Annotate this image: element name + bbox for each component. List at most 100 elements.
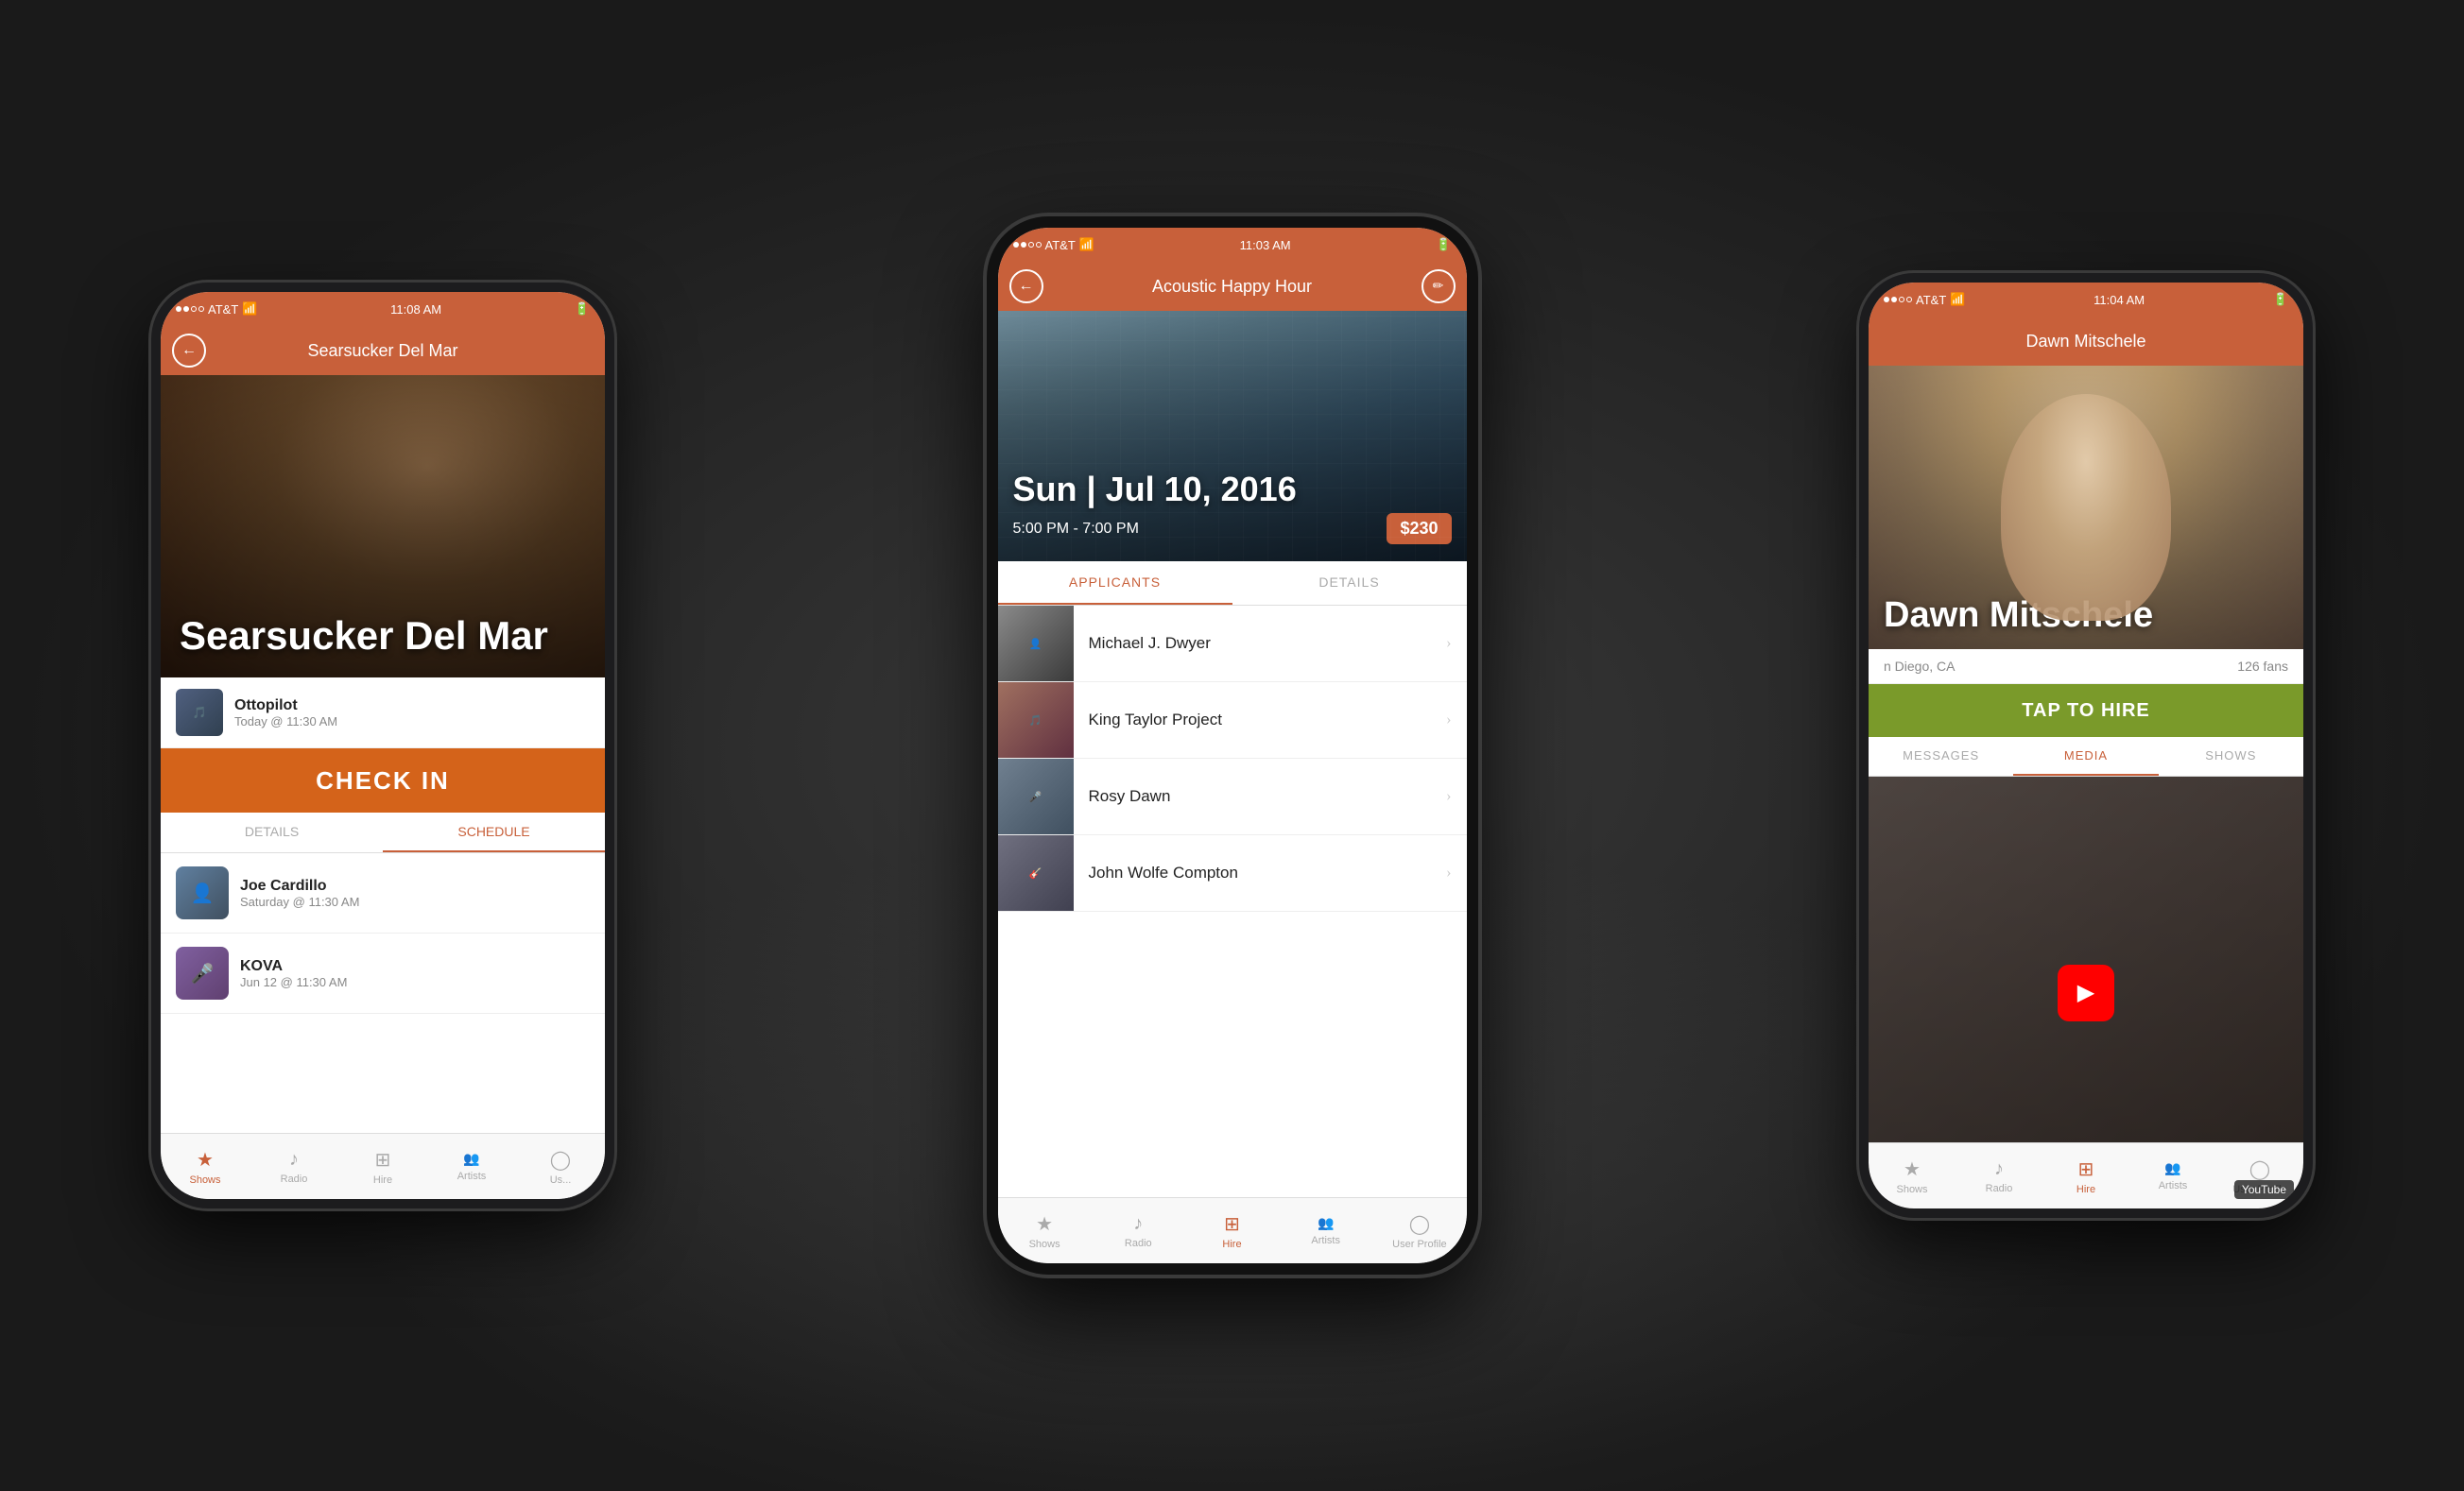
king-chevron: › <box>1446 711 1466 728</box>
center-back-icon: ← <box>1019 278 1034 295</box>
c-hire-icon: ⊞ <box>1224 1212 1240 1236</box>
tab-details-center[interactable]: DETAILS <box>1232 561 1467 605</box>
radio-label: Radio <box>281 1174 308 1185</box>
youtube-play-button[interactable]: ▶ <box>2058 965 2114 1021</box>
left-bottom-bar: ★ Shows ♪ Radio ⊞ Hire 👥 Artists <box>161 1133 605 1199</box>
r-shows-icon: ★ <box>1904 1157 1921 1181</box>
right-tab-hire[interactable]: ⊞ Hire <box>2042 1157 2129 1195</box>
youtube-logo: YouTube <box>2234 1180 2294 1199</box>
c-shows-label: Shows <box>1029 1239 1060 1250</box>
radio-icon: ♪ <box>289 1149 299 1171</box>
media-tabs: MESSAGES MEDIA SHOWS <box>1869 737 2303 777</box>
right-time: 11:04 AM <box>2094 293 2145 307</box>
left-nav-bar: ← Searsucker Del Mar <box>161 326 605 375</box>
applicant-michael[interactable]: 👤 Michael J. Dwyer › <box>998 606 1467 682</box>
left-back-icon: ← <box>181 342 197 359</box>
tap-hire-button[interactable]: TAP TO HIRE <box>1869 684 2303 737</box>
r-shows-label: Shows <box>1896 1184 1927 1195</box>
applicant-king[interactable]: 🎵 King Taylor Project › <box>998 682 1467 759</box>
right-battery: 🔋 <box>2273 292 2288 307</box>
tab-messages[interactable]: MESSAGES <box>1869 737 2013 776</box>
tab-applicants[interactable]: APPLICANTS <box>998 561 1232 605</box>
user-label: Us... <box>550 1174 572 1186</box>
right-tab-artists[interactable]: 👥 Artists <box>2129 1161 2216 1191</box>
left-tabs: DETAILS SCHEDULE <box>161 813 605 853</box>
john-chevron: › <box>1446 865 1466 882</box>
center-edit-button[interactable]: ✏ <box>1422 269 1456 303</box>
kova-name: KOVA <box>240 958 347 975</box>
center-tab-user[interactable]: ◯ User Profile <box>1372 1212 1466 1250</box>
joe-name: Joe Cardillo <box>240 878 359 895</box>
shows-icon: ★ <box>197 1148 214 1172</box>
tab-media[interactable]: MEDIA <box>2013 737 2158 776</box>
applicant-john[interactable]: 🎸 John Wolfe Compton › <box>998 835 1467 912</box>
left-back-button[interactable]: ← <box>172 334 206 368</box>
r-hire-icon: ⊞ <box>2078 1157 2094 1181</box>
left-hero-title: Searsucker Del Mar <box>180 613 548 659</box>
michael-thumb: 👤 <box>998 606 1074 681</box>
joe-avatar: 👤 <box>176 866 229 919</box>
rosy-thumb: 🎤 <box>998 759 1074 834</box>
artist-fans: 126 fans <box>2237 659 2288 674</box>
check-in-button[interactable]: CHECK IN <box>161 748 605 813</box>
michael-name: Michael J. Dwyer <box>1074 634 1447 653</box>
center-carrier-name: AT&T <box>1045 238 1076 252</box>
center-battery: 🔋 <box>1436 237 1451 252</box>
kova-time: Jun 12 @ 11:30 AM <box>240 975 347 989</box>
center-time: 11:03 AM <box>1240 238 1291 252</box>
center-edit-icon: ✏ <box>1433 279 1444 295</box>
left-hero-bg: Searsucker Del Mar <box>161 375 605 677</box>
king-thumb: 🎵 <box>998 682 1074 758</box>
left-tab-radio[interactable]: ♪ Radio <box>250 1149 338 1185</box>
phones-container: AT&T 📶 11:08 AM 🔋 ← Searsucker Del Mar <box>0 0 2464 1491</box>
john-thumb: 🎸 <box>998 835 1074 911</box>
left-nav-title: Searsucker Del Mar <box>307 341 457 361</box>
schedule-item-joe[interactable]: 👤 Joe Cardillo Saturday @ 11:30 AM <box>161 853 605 934</box>
right-hero: Dawn Mitschele <box>1869 366 2303 649</box>
right-signal <box>1884 297 1912 302</box>
center-back-button[interactable]: ← <box>1009 269 1043 303</box>
left-tab-user[interactable]: ◯ Us... <box>516 1148 605 1186</box>
tab-schedule[interactable]: SCHEDULE <box>383 813 605 852</box>
left-hero-image: Searsucker Del Mar <box>161 375 605 677</box>
center-nav-bar: ← Acoustic Happy Hour ✏ <box>998 262 1467 311</box>
left-tab-shows[interactable]: ★ Shows <box>161 1148 250 1186</box>
center-tabs: APPLICANTS DETAILS <box>998 561 1467 606</box>
joe-time: Saturday @ 11:30 AM <box>240 895 359 909</box>
left-tab-artists[interactable]: 👥 Artists <box>427 1152 516 1182</box>
r-radio-icon: ♪ <box>1994 1158 2004 1180</box>
tab-details[interactable]: DETAILS <box>161 813 383 852</box>
center-signal <box>1013 242 1042 248</box>
right-status-bar: AT&T 📶 11:04 AM 🔋 <box>1869 283 2303 317</box>
center-tab-hire[interactable]: ⊞ Hire <box>1185 1212 1279 1250</box>
kova-avatar: 🎤 <box>176 947 229 1000</box>
left-time: 11:08 AM <box>390 302 441 317</box>
ottopilot-avatar: 🎵 <box>176 689 223 736</box>
center-wifi: 📶 <box>1079 237 1094 252</box>
center-tab-radio[interactable]: ♪ Radio <box>1092 1213 1185 1249</box>
right-tab-shows[interactable]: ★ Shows <box>1869 1157 1956 1195</box>
artist-meta: n Diego, CA 126 fans <box>1869 649 2303 684</box>
schedule-item-kova[interactable]: 🎤 KOVA Jun 12 @ 11:30 AM <box>161 934 605 1014</box>
c-radio-label: Radio <box>1125 1238 1152 1249</box>
left-battery: 🔋 <box>575 301 590 317</box>
right-nav-bar: Dawn Mitschele <box>1869 317 2303 366</box>
artist-location: n Diego, CA <box>1884 659 1955 674</box>
right-hero-bg: Dawn Mitschele <box>1869 366 2303 649</box>
center-tab-artists[interactable]: 👥 Artists <box>1279 1216 1372 1246</box>
person-figure <box>2001 394 2171 621</box>
c-artists-icon: 👥 <box>1318 1216 1334 1232</box>
left-signal <box>176 306 204 312</box>
right-tab-radio[interactable]: ♪ Radio <box>1956 1158 2042 1194</box>
center-tab-shows[interactable]: ★ Shows <box>998 1212 1092 1250</box>
hire-icon: ⊞ <box>375 1148 391 1172</box>
left-carrier: AT&T 📶 <box>176 301 257 317</box>
r-artists-icon: 👥 <box>2164 1161 2180 1177</box>
performer-info: Ottopilot Today @ 11:30 AM <box>234 697 337 728</box>
tab-shows[interactable]: SHOWS <box>2159 737 2303 776</box>
kova-info: KOVA Jun 12 @ 11:30 AM <box>240 958 347 989</box>
right-phone: AT&T 📶 11:04 AM 🔋 Dawn Mitschele Dawn Mi <box>1859 273 2313 1218</box>
left-tab-hire[interactable]: ⊞ Hire <box>338 1148 427 1186</box>
joe-info: Joe Cardillo Saturday @ 11:30 AM <box>240 878 359 909</box>
applicant-rosy[interactable]: 🎤 Rosy Dawn › <box>998 759 1467 835</box>
